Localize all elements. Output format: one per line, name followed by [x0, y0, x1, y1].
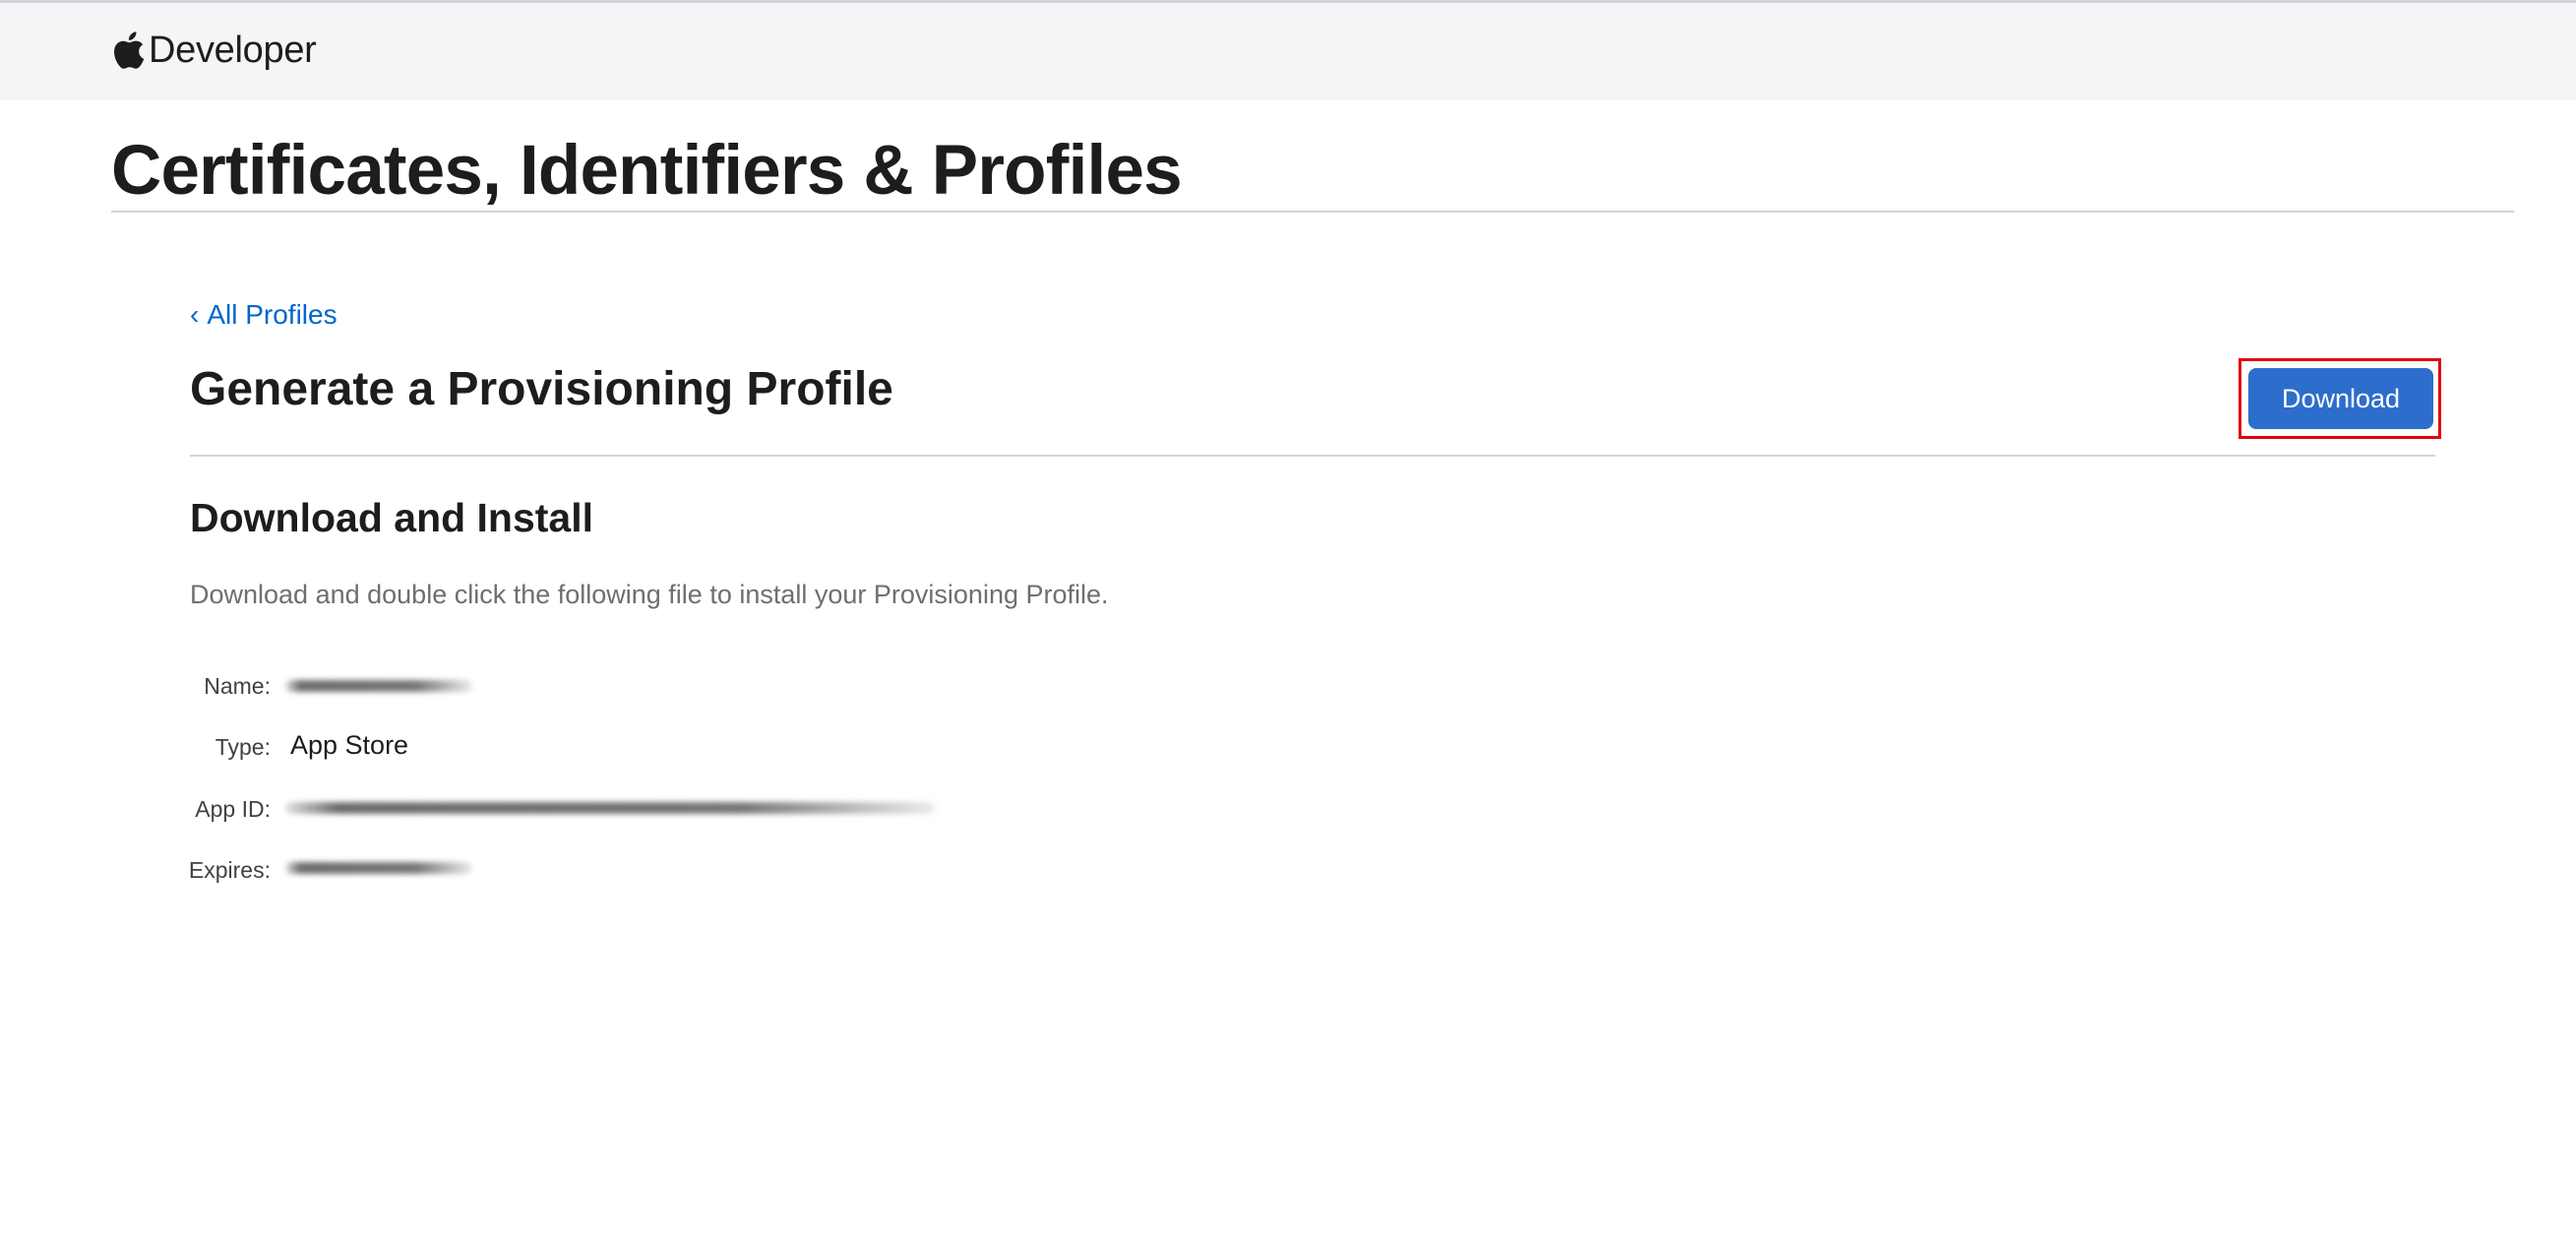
type-label: Type:: [215, 734, 271, 760]
install-instruction: Download and double click the following …: [190, 580, 1109, 609]
expires-label: Expires:: [188, 857, 271, 883]
apple-logo-icon: [113, 31, 145, 69]
back-link-label: All Profiles: [207, 299, 337, 330]
name-label: Name:: [204, 673, 271, 699]
global-nav: Developer: [0, 3, 2576, 100]
download-button[interactable]: Download: [2248, 368, 2433, 429]
name-value-redacted: [285, 680, 472, 692]
section-title: Generate a Provisioning Profile: [190, 363, 893, 415]
section-divider: [190, 455, 2435, 457]
all-profiles-link[interactable]: ‹ All Profiles: [190, 297, 337, 333]
brand-name: Developer: [149, 29, 317, 71]
app-id-value-redacted: [285, 802, 935, 814]
type-value: App Store: [290, 730, 409, 760]
app-id-label: App ID:: [195, 796, 271, 822]
developer-home-link[interactable]: Developer: [113, 23, 317, 78]
page-title: Certificates, Identifiers & Profiles: [111, 132, 1183, 210]
chevron-left-icon: ‹: [190, 299, 200, 330]
expires-value-redacted: [285, 862, 472, 874]
download-install-title: Download and Install: [190, 495, 594, 540]
title-divider: [111, 211, 2514, 213]
